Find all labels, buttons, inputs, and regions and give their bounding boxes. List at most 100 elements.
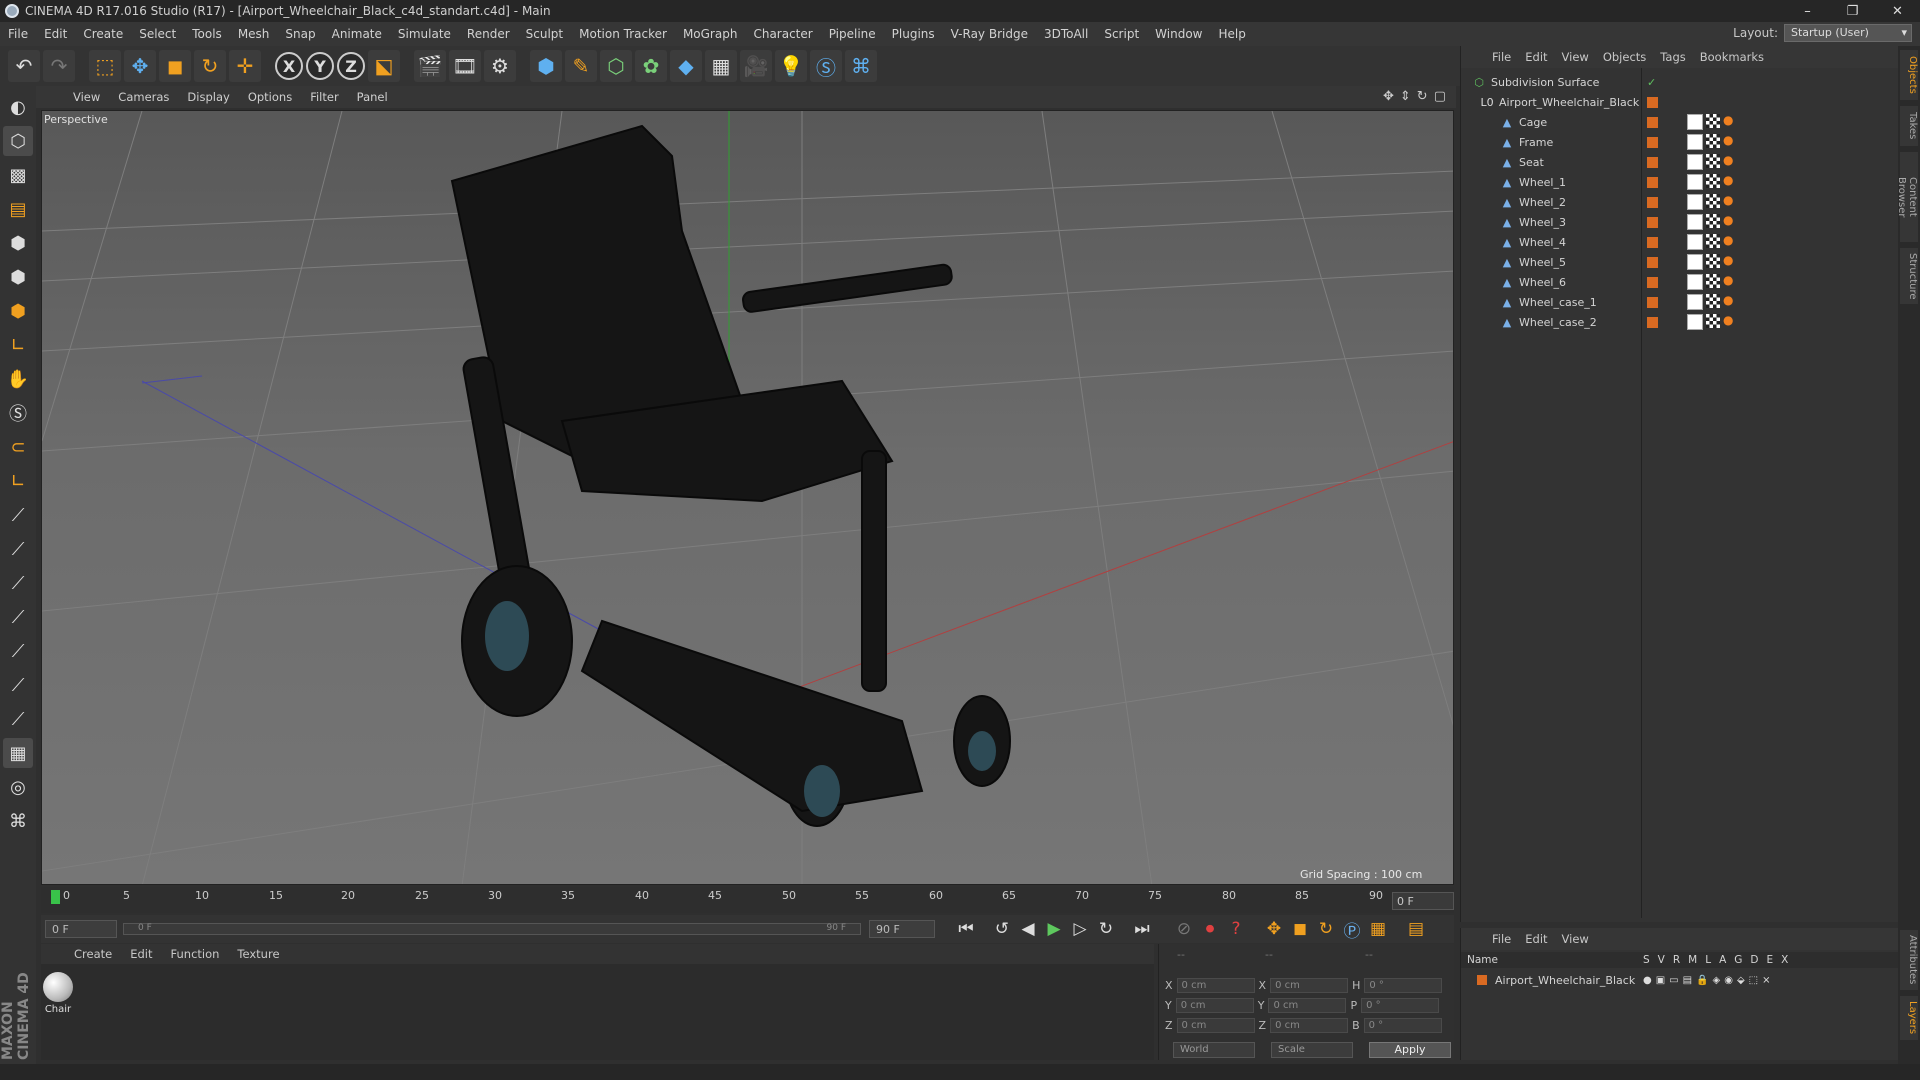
apply-button[interactable]: Apply [1369,1042,1451,1058]
next-frame-icon[interactable]: ▷ [1067,916,1093,942]
material-tag-icon[interactable] [1687,154,1703,170]
tab-objects[interactable]: Objects [1900,50,1918,100]
size-z-field[interactable]: 0 cm [1270,1018,1349,1033]
texture-tag-icon[interactable] [1706,294,1720,308]
previous-frame-icon[interactable]: ◀ [1015,916,1041,942]
layer-color-swatch[interactable] [1647,216,1658,228]
next-key-icon[interactable]: ↻ [1093,916,1119,942]
transform-tool-icon[interactable]: ✛ [229,50,261,82]
object-row-wheel-case-1[interactable]: ▲ Wheel_case_1 ● [1461,292,1899,312]
grab-icon[interactable]: ⟋ [3,602,33,632]
material-tag-icon[interactable] [1687,214,1703,230]
object-row-wheel-case-2[interactable]: ▲ Wheel_case_2 ● [1461,312,1899,332]
menu-3dtoall[interactable]: 3DToAll [1036,27,1096,41]
layer-color-swatch[interactable] [1647,236,1658,248]
position-z-field[interactable]: 0 cm [1176,1018,1255,1033]
x-axis-lock-icon[interactable]: X [275,52,303,80]
object-row-wheel-1[interactable]: ▲ Wheel_1 ● [1461,172,1899,192]
timeline-ruler[interactable]: 0 5 10 15 20 25 30 35 40 45 50 55 60 65 … [41,887,1454,913]
objects-menu-bookmarks[interactable]: Bookmarks [1693,50,1771,64]
camera-icon[interactable]: 🎥 [740,50,772,82]
minimize-button[interactable]: – [1785,0,1830,22]
rotation-b-field[interactable]: 0 ° [1363,1018,1442,1033]
menu-render[interactable]: Render [459,27,518,41]
layers-menu-file[interactable]: File [1485,932,1518,946]
restore-button[interactable]: ❐ [1830,0,1875,22]
texture-tag-icon[interactable] [1706,154,1720,168]
scale-tool-icon[interactable]: ◼ [159,50,191,82]
layer-color-swatch[interactable] [1647,316,1658,328]
viewport-menu-cameras[interactable]: Cameras [109,90,178,104]
record-keys-icon[interactable]: ⊘ [1171,916,1197,942]
layer-color-swatch[interactable] [1647,296,1658,308]
material-tag-icon[interactable] [1687,134,1703,150]
layer-color-swatch[interactable] [1647,116,1658,128]
points-mode-icon[interactable]: ⬢ [3,228,33,258]
objects-menu-objects[interactable]: Objects [1596,50,1653,64]
rotate-tool-icon[interactable]: ↻ [194,50,226,82]
menu-help[interactable]: Help [1210,27,1253,41]
layers-menu-view[interactable]: View [1555,932,1596,946]
objects-menu-tags[interactable]: Tags [1653,50,1692,64]
timeline-cursor[interactable] [51,890,60,904]
move-tool-icon[interactable]: ✥ [124,50,156,82]
sketch-toon-icon[interactable]: Ⓢ [810,50,842,82]
texture-tag-icon[interactable] [1706,234,1720,248]
pen-spline-icon[interactable]: ✎ [565,50,597,82]
rotation-h-field[interactable]: 0 ° [1364,978,1443,993]
phong-tag-icon[interactable]: ● [1723,174,1735,186]
size-y-field[interactable]: 0 cm [1268,998,1347,1013]
object-row-airport-wheelchair-black[interactable]: L0 Airport_Wheelchair_Black [1461,92,1899,112]
current-frame-field[interactable]: 0 F [1392,892,1454,910]
coordinate-system-icon[interactable]: ⬕ [368,50,400,82]
parameter-key-icon[interactable]: Ⓟ [1339,916,1365,942]
position-y-field[interactable]: 0 cm [1175,998,1254,1013]
texture-tag-icon[interactable] [1706,174,1720,188]
phong-tag-icon[interactable]: ● [1723,314,1735,326]
object-row-wheel-6[interactable]: ▲ Wheel_6 ● [1461,272,1899,292]
menu-create[interactable]: Create [75,27,131,41]
material-tag-icon[interactable] [1687,234,1703,250]
material-chair-preview[interactable] [43,972,73,1002]
tab-layers[interactable]: Layers [1900,996,1918,1040]
menu-script[interactable]: Script [1096,27,1147,41]
material-menu-texture[interactable]: Texture [228,947,288,961]
polygons-mode-icon[interactable]: ⬢ [3,296,33,326]
live-selection-icon[interactable]: ⬚ [89,50,121,82]
layer-color-swatch[interactable] [1647,136,1658,148]
go-to-start-icon[interactable]: ⏮ [953,916,979,942]
layer-icon[interactable]: ◎ [3,772,33,802]
layer-color-swatch[interactable] [1647,156,1658,168]
material-menu-function[interactable]: Function [162,947,229,961]
object-row-cage[interactable]: ▲ Cage ● [1461,112,1899,132]
phong-tag-icon[interactable]: ● [1723,154,1735,166]
objects-menu-edit[interactable]: Edit [1518,50,1554,64]
menu-plugins[interactable]: Plugins [884,27,943,41]
phong-tag-icon[interactable]: ● [1723,194,1735,206]
maximize-view-icon[interactable]: ▢ [1434,89,1446,104]
rotate-view-icon[interactable]: ↻ [1417,89,1428,104]
go-to-end-icon[interactable]: ⏭ [1129,916,1155,942]
texture-mode-icon[interactable]: ▩ [3,160,33,190]
menu-edit[interactable]: Edit [36,27,75,41]
smooth-icon[interactable]: ⟋ [3,636,33,666]
subdivision-surface-icon[interactable]: ⬡ [600,50,632,82]
object-row-wheel-4[interactable]: ▲ Wheel_4 ● [1461,232,1899,252]
tab-content-browser[interactable]: Content Browser [1896,152,1918,242]
workplane-mode-icon[interactable]: ▤ [3,194,33,224]
layer-color-swatch[interactable] [1647,256,1658,268]
objects-menu-view[interactable]: View [1555,50,1596,64]
layer-row-airport-wheelchair-black[interactable]: Airport_Wheelchair_Black ●▣▭▤🔒◈◉⬙⬚⨯ [1461,970,1899,990]
magnet-icon[interactable]: ⊂ [3,432,33,462]
knife-icon[interactable]: ⟋ [3,500,33,530]
z-axis-lock-icon[interactable]: Z [337,52,365,80]
menu-vray-bridge[interactable]: V-Ray Bridge [943,27,1036,41]
menu-mograph[interactable]: MoGraph [675,27,746,41]
menu-pipeline[interactable]: Pipeline [821,27,884,41]
material-tag-icon[interactable] [1687,274,1703,290]
texture-tag-icon[interactable] [1706,194,1720,208]
tab-takes[interactable]: Takes [1900,106,1918,146]
move-view-icon[interactable]: ✥ [1383,89,1394,104]
light-icon[interactable]: 💡 [775,50,807,82]
sculpt-icon[interactable]: ⟋ [3,568,33,598]
